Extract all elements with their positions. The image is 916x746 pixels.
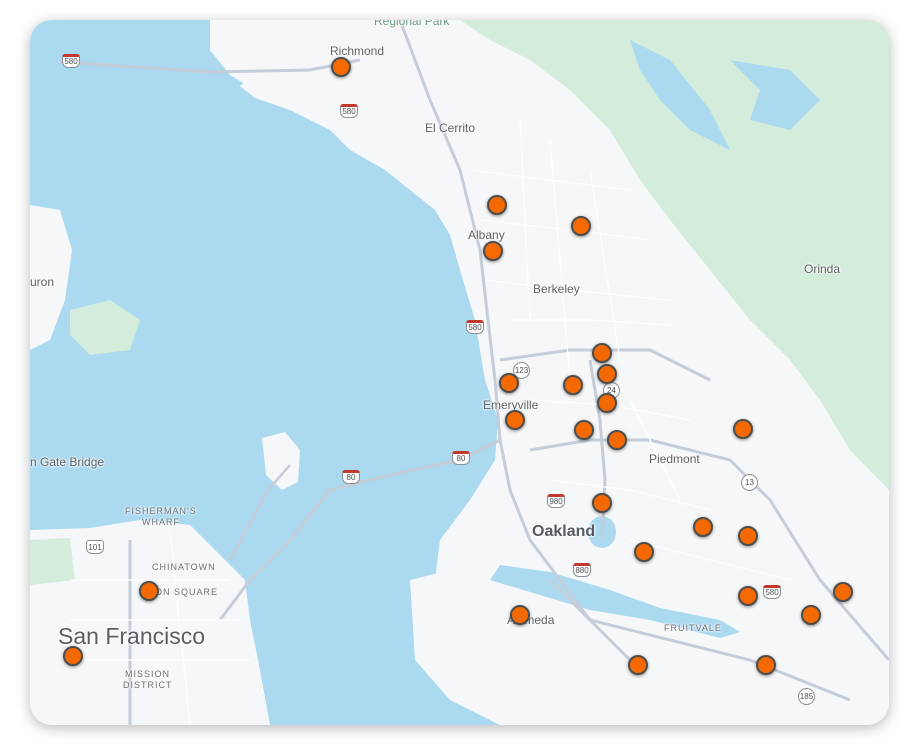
i580-shield: 580: [62, 54, 80, 68]
albany-label: Albany: [468, 228, 505, 242]
tiburon-label: uron: [30, 275, 55, 289]
us101-shield: 101: [86, 540, 104, 554]
location-marker[interactable]: [63, 646, 83, 666]
mission-label-2: DISTRICT: [123, 680, 173, 690]
location-marker[interactable]: [628, 655, 648, 675]
location-marker[interactable]: [597, 364, 617, 384]
el-cerrito-label: El Cerrito: [425, 121, 476, 135]
location-marker[interactable]: [574, 420, 594, 440]
location-marker[interactable]: [597, 393, 617, 413]
oakland-label: Oakland: [532, 523, 596, 540]
location-marker[interactable]: [487, 195, 507, 215]
location-marker[interactable]: [756, 655, 776, 675]
map-view[interactable]: Regional Park Richmond El Cerrito Albany…: [30, 20, 889, 725]
piedmont-label: Piedmont: [649, 452, 700, 466]
union-square-label: ON SQUARE: [155, 587, 219, 597]
fishermans-wharf-label-2: WHARF: [142, 517, 180, 527]
i80-shield: 80: [342, 470, 360, 484]
location-marker[interactable]: [505, 410, 525, 430]
location-marker[interactable]: [801, 605, 821, 625]
location-marker[interactable]: [510, 605, 530, 625]
i80-shield: 80: [452, 451, 470, 465]
fruitvale-label: FRUITVALE: [664, 623, 722, 633]
location-marker[interactable]: [499, 373, 519, 393]
richmond-label: Richmond: [330, 44, 385, 58]
location-marker[interactable]: [483, 241, 503, 261]
location-marker[interactable]: [571, 216, 591, 236]
chinatown-label: CHINATOWN: [152, 562, 216, 572]
location-marker[interactable]: [733, 419, 753, 439]
i880-shield: 880: [573, 563, 591, 577]
location-marker[interactable]: [592, 493, 612, 513]
regional-park-label: Regional Park: [374, 20, 450, 28]
location-marker[interactable]: [607, 430, 627, 450]
location-marker[interactable]: [139, 581, 159, 601]
location-marker[interactable]: [693, 517, 713, 537]
presidio-park: [30, 538, 75, 585]
location-marker[interactable]: [634, 542, 654, 562]
berkeley-label: Berkeley: [533, 282, 580, 296]
i980-shield: 980: [547, 494, 565, 508]
location-marker[interactable]: [592, 343, 612, 363]
location-marker[interactable]: [738, 526, 758, 546]
i580-shield: 580: [763, 585, 781, 599]
location-marker[interactable]: [331, 57, 351, 77]
ca185-shield: 185: [798, 688, 815, 705]
golden-gate-label: n Gate Bridge: [30, 455, 105, 469]
location-marker[interactable]: [833, 582, 853, 602]
location-marker[interactable]: [738, 586, 758, 606]
mission-label-1: MISSION: [125, 669, 171, 679]
san-francisco-label: San Francisco: [58, 623, 206, 649]
location-marker[interactable]: [563, 375, 583, 395]
ca13-shield: 13: [741, 474, 758, 491]
orinda-label: Orinda: [804, 262, 841, 276]
fishermans-wharf-label-1: FISHERMAN'S: [125, 506, 197, 516]
i580-shield: 580: [466, 320, 484, 334]
i580-shield: 580: [340, 104, 358, 118]
